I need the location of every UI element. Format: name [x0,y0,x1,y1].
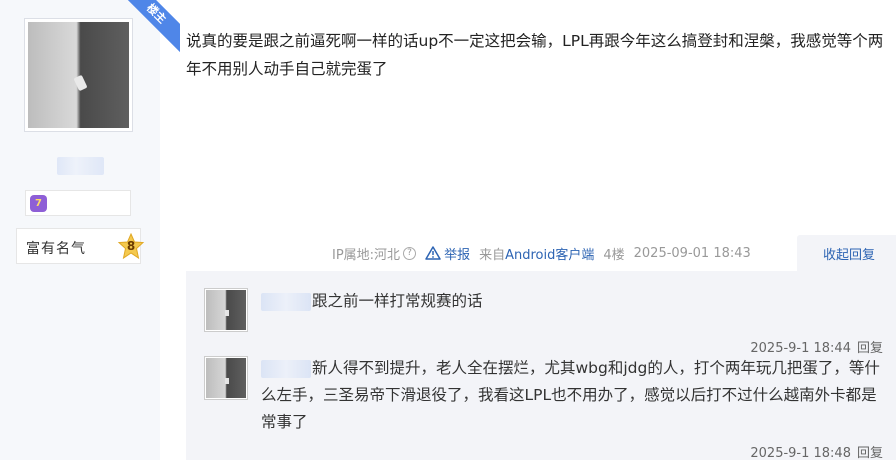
reply-time: 2025-9-1 18:48 [750,446,851,460]
reply-list: 跟之前一样打常规赛的话 2025-9-1 18:44 回复 新人得不到提升，老人全… [186,271,896,460]
reply-avatar-image [206,290,246,330]
op-badge: 楼主 [113,0,180,54]
reply-button[interactable]: 回复 [857,446,883,460]
post-source: 来自 Android客户端 [479,244,594,263]
warning-icon [425,246,441,260]
author-username-blurred[interactable] [57,157,104,175]
reply-text: 新人得不到提升，老人全在摆烂，尤其wbg和jdg的人，打个两年玩几把蛋了，等什么… [261,359,880,431]
report-label: 举报 [444,247,471,263]
fame-star-icon[interactable]: 8 [117,232,145,261]
reply-footer: 2025-9-1 18:44 回复 [750,337,883,356]
level-badge[interactable]: 7 [30,195,47,212]
collapse-replies-tab[interactable]: 收起回复 [797,235,896,271]
reply-time: 2025-9-1 18:44 [750,341,851,356]
post-meta: IP属地:河北 ? 举报 来自 Android客户端 4楼 2025-09-01 … [332,243,760,263]
android-client-link[interactable]: Android客户端 [505,244,594,263]
ip-location: IP属地:河北 ? [332,244,417,263]
reply-item: 跟之前一样打常规赛的话 2025-9-1 18:44 回复 [186,288,896,358]
op-badge-ribbon: 楼主 [100,0,180,54]
reply-avatar-image [206,358,246,398]
fame-level-number: 8 [126,239,136,253]
fame-box: 富有名气 8 [16,228,145,264]
source-prefix: 来自 [479,247,506,263]
author-panel: 楼主 7 富有名气 8 [0,0,180,460]
reply-item: 新人得不到提升，老人全在摆烂，尤其wbg和jdg的人，打个两年玩几把蛋了，等什么… [186,355,896,460]
reply-avatar[interactable] [204,356,248,400]
ip-location-text: IP属地:河北 [332,247,401,263]
reply-button[interactable]: 回复 [857,341,883,356]
post-time: 2025-09-01 18:43 [633,245,751,261]
post-content: 说真的要是跟之前逼死啊一样的话up不一定这把会输，LPL再跟今年这么搞登封和涅槃… [186,32,884,78]
reply-avatar[interactable] [204,288,248,332]
collapse-replies-button[interactable]: 收起回复 [823,244,875,263]
level-box: 7 [25,190,131,216]
question-circle-icon[interactable]: ? [403,246,417,260]
floor-number: 4楼 [603,247,625,263]
report-link[interactable]: 举报 [425,244,470,263]
reply-footer: 2025-9-1 18:48 回复 [750,442,883,460]
fame-label: 富有名气 [26,241,86,257]
reply-text: 跟之前一样打常规赛的话 [312,292,483,310]
